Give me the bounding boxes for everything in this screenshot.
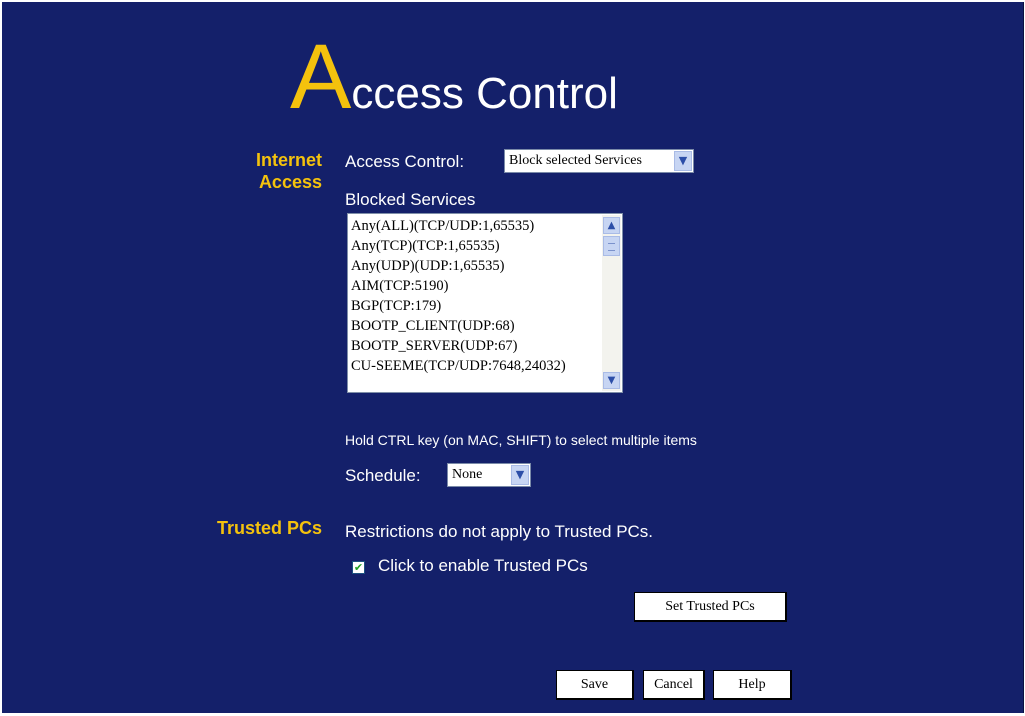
blocked-service-option[interactable]: AIM(TCP:5190) — [351, 276, 622, 296]
blocked-service-option[interactable]: Any(TCP)(TCP:1,65535) — [351, 236, 622, 256]
blocked-services-list: Any(ALL)(TCP/UDP:1,65535) Any(TCP)(TCP:1,… — [348, 214, 622, 376]
blocked-service-option[interactable]: BOOTP_SERVER(UDP:67) — [351, 336, 622, 356]
internet-access-heading: Internet Access — [202, 149, 322, 193]
trusted-pcs-description: Restrictions do not apply to Trusted PCs… — [345, 522, 654, 541]
access-control-select-value: Block selected Services — [509, 153, 642, 168]
schedule-select-value: None — [452, 467, 483, 482]
chevron-down-icon[interactable]: ▼ — [674, 151, 692, 171]
blocked-service-option[interactable]: BOOTP_CLIENT(UDP:68) — [351, 316, 622, 336]
blocked-service-option[interactable]: BGP(TCP:179) — [351, 296, 622, 316]
access-control-select[interactable]: Block selected Services ▼ — [504, 149, 694, 173]
enable-trusted-pcs-checkbox[interactable]: ✔ — [352, 561, 365, 574]
internet-access-heading-line1: Internet — [255, 150, 322, 170]
enable-trusted-pcs-label[interactable]: Click to enable Trusted PCs — [378, 556, 588, 576]
page-title: Access Control — [290, 31, 618, 123]
scroll-down-icon[interactable]: ▼ — [603, 372, 620, 389]
title-initial: A — [290, 26, 352, 128]
set-trusted-pcs-button[interactable]: Set Trusted PCs — [634, 592, 787, 622]
help-button[interactable]: Help — [713, 670, 792, 700]
schedule-label: Schedule: — [345, 466, 421, 485]
blocked-services-listbox[interactable]: Any(ALL)(TCP/UDP:1,65535) Any(TCP)(TCP:1,… — [347, 213, 623, 393]
blocked-service-option[interactable]: Any(UDP)(UDP:1,65535) — [351, 256, 622, 276]
save-button[interactable]: Save — [556, 670, 634, 700]
multi-select-hint: Hold CTRL key (on MAC, SHIFT) to select … — [345, 432, 697, 448]
blocked-service-option[interactable]: Any(ALL)(TCP/UDP:1,65535) — [351, 216, 622, 236]
blocked-service-option[interactable]: CU-SEEME(TCP/UDP:7648,24032) — [351, 356, 622, 376]
title-rest: ccess Control — [351, 69, 618, 118]
schedule-select[interactable]: None ▼ — [447, 463, 531, 487]
listbox-scrollbar[interactable]: ▲ ▼ — [602, 215, 621, 391]
check-icon: ✔ — [353, 561, 364, 574]
cancel-button[interactable]: Cancel — [643, 670, 705, 700]
trusted-pcs-heading: Trusted PCs — [216, 518, 322, 538]
scrollbar-thumb[interactable] — [603, 236, 620, 256]
chevron-down-icon[interactable]: ▼ — [511, 465, 529, 485]
scroll-up-icon[interactable]: ▲ — [603, 217, 620, 234]
internet-access-heading-line2: Access — [258, 172, 322, 192]
blocked-services-label: Blocked Services — [345, 190, 476, 209]
access-control-panel: Access Control Internet Access Access Co… — [2, 2, 1024, 713]
access-control-label: Access Control: — [345, 152, 465, 171]
